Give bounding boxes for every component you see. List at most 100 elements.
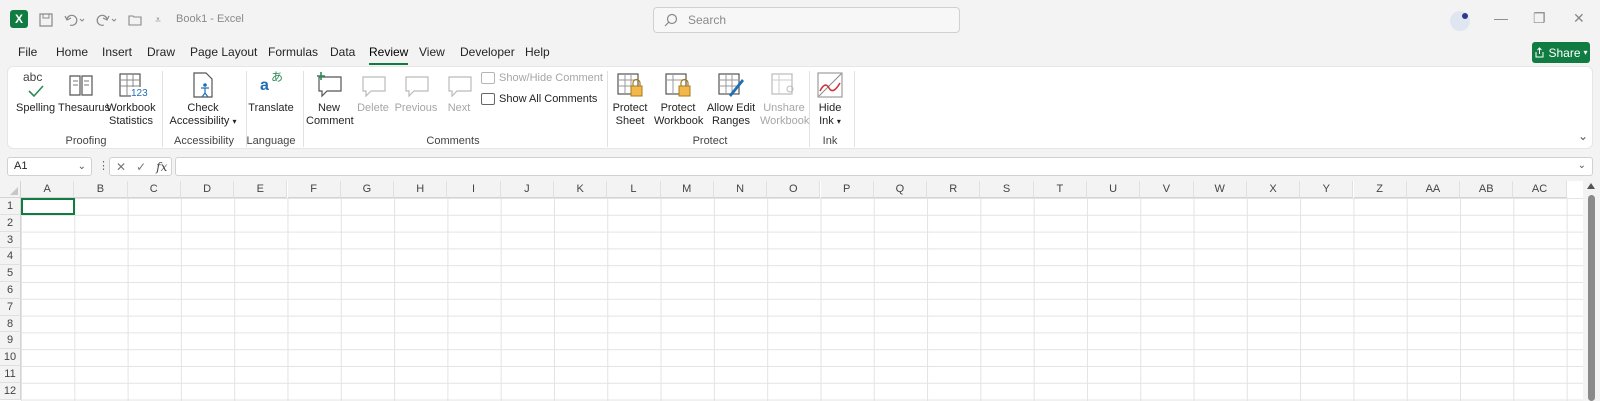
workbook-statistics-button[interactable]: 123 Workbook Statistics	[106, 71, 156, 128]
minimize-icon[interactable]: —	[1494, 10, 1508, 26]
separator	[809, 71, 810, 147]
enter-icon[interactable]: ✓	[136, 160, 146, 174]
column-header-f[interactable]: F	[287, 181, 341, 198]
tab-data[interactable]: Data	[330, 45, 355, 59]
show-all-comments-button[interactable]: Show All Comments	[481, 93, 597, 105]
tab-developer[interactable]: Developer	[460, 45, 515, 59]
row-header-6[interactable]: 6	[0, 282, 21, 299]
next-comment-button[interactable]: Next	[442, 71, 476, 115]
column-header-o[interactable]: O	[767, 181, 821, 198]
column-header-h[interactable]: H	[394, 181, 448, 198]
expand-formula-bar-icon[interactable]: ⌄	[1578, 160, 1586, 171]
scrollbar-thumb[interactable]	[1588, 195, 1595, 401]
column-header-g[interactable]: G	[340, 181, 395, 198]
cell-area[interactable]	[21, 198, 1583, 401]
tab-help[interactable]: Help	[525, 45, 550, 59]
column-header-z[interactable]: Z	[1353, 181, 1407, 198]
row-header-1[interactable]: 1	[0, 198, 21, 215]
column-header-v[interactable]: V	[1140, 181, 1194, 198]
tab-review[interactable]: Review	[369, 45, 409, 65]
restore-icon[interactable]: ❐	[1533, 10, 1546, 27]
column-header-ac[interactable]: AC	[1513, 181, 1567, 198]
formula-input[interactable]: ⌄	[175, 157, 1593, 176]
tab-file[interactable]: File	[18, 45, 37, 59]
group-label-language: Language	[246, 135, 296, 147]
tab-formulas[interactable]: Formulas	[268, 45, 318, 59]
vertical-scrollbar[interactable]	[1583, 181, 1600, 401]
workbook-statistics-icon: 123	[117, 71, 148, 100]
protect-sheet-button[interactable]: Protect Sheet	[610, 71, 650, 128]
column-header-n[interactable]: N	[713, 181, 768, 198]
column-header-ab[interactable]: AB	[1460, 181, 1514, 198]
separator	[303, 71, 304, 147]
column-header-m[interactable]: M	[660, 181, 714, 198]
unshare-workbook-button[interactable]: Unshare Workbook	[760, 71, 809, 128]
row-header-7[interactable]: 7	[0, 298, 21, 316]
close-icon[interactable]: ✕	[1573, 10, 1585, 27]
tab-home[interactable]: Home	[56, 45, 88, 59]
column-header-s[interactable]: S	[980, 181, 1034, 198]
column-header-i[interactable]: I	[447, 181, 501, 198]
row-header-8[interactable]: 8	[0, 315, 21, 333]
row-header-5[interactable]: 5	[0, 265, 21, 282]
check-accessibility-button[interactable]: Check Accessibility ▾	[168, 71, 238, 128]
collapse-ribbon-icon[interactable]: ⌄	[1578, 129, 1588, 143]
column-header-t[interactable]: T	[1033, 181, 1087, 198]
share-button[interactable]: Share ▾	[1532, 42, 1590, 63]
show-hide-comment-button[interactable]: Show/Hide Comment	[481, 72, 603, 84]
column-header-l[interactable]: L	[607, 181, 661, 198]
row-header-11[interactable]: 11	[0, 366, 21, 383]
scroll-up-icon[interactable]	[1587, 183, 1595, 189]
new-comment-button[interactable]: New Comment	[306, 71, 354, 128]
row-header-2[interactable]: 2	[0, 214, 21, 232]
column-header-p[interactable]: P	[820, 181, 874, 198]
column-header-a[interactable]: A	[21, 181, 75, 198]
select-all-button[interactable]	[0, 181, 21, 198]
spelling-button[interactable]: abc Spelling	[16, 71, 55, 115]
redo-icon[interactable]	[94, 10, 120, 30]
column-header-b[interactable]: B	[74, 181, 128, 198]
undo-icon[interactable]	[62, 10, 88, 30]
protect-workbook-button[interactable]: Protect Workbook	[654, 71, 703, 128]
column-header-j[interactable]: J	[500, 181, 554, 198]
tab-draw[interactable]: Draw	[147, 45, 175, 59]
tab-view[interactable]: View	[419, 45, 445, 59]
tab-insert[interactable]: Insert	[102, 45, 132, 59]
comment-icon	[481, 72, 495, 84]
tab-page-layout[interactable]: Page Layout	[190, 45, 257, 59]
hide-ink-button[interactable]: Hide Ink ▾	[813, 71, 847, 128]
search-box[interactable]: Search	[653, 7, 960, 33]
thesaurus-button[interactable]: Thesaurus	[58, 71, 110, 115]
column-header-y[interactable]: Y	[1300, 181, 1354, 198]
customize-toolbar-icon[interactable]: ⩡	[152, 10, 164, 30]
allow-edit-ranges-button[interactable]: Allow Edit Ranges	[706, 71, 756, 128]
active-cell[interactable]	[21, 198, 75, 215]
group-label-accessibility: Accessibility	[174, 135, 234, 147]
row-header-10[interactable]: 10	[0, 349, 21, 366]
column-header-d[interactable]: D	[180, 181, 235, 198]
more-options-icon[interactable]: ⋮	[98, 159, 109, 172]
name-box[interactable]: A1 ⌄	[7, 157, 92, 176]
row-header-9[interactable]: 9	[0, 332, 21, 350]
column-header-w[interactable]: W	[1193, 181, 1247, 198]
delete-comment-button[interactable]: Delete	[356, 71, 390, 115]
row-header-12[interactable]: 12	[0, 382, 21, 400]
column-header-e[interactable]: E	[234, 181, 288, 198]
column-header-r[interactable]: R	[927, 181, 981, 198]
folder-icon[interactable]	[127, 10, 143, 30]
row-header-4[interactable]: 4	[0, 248, 21, 266]
column-header-x[interactable]: X	[1246, 181, 1301, 198]
column-header-c[interactable]: C	[127, 181, 181, 198]
translate-button[interactable]: a あ Translate	[248, 71, 294, 115]
column-header-aa[interactable]: AA	[1406, 181, 1461, 198]
account-avatar[interactable]	[1450, 11, 1470, 31]
cancel-icon[interactable]: ✕	[116, 160, 126, 174]
separator	[854, 71, 855, 147]
save-icon[interactable]	[38, 10, 54, 30]
column-header-u[interactable]: U	[1087, 181, 1141, 198]
column-header-q[interactable]: Q	[873, 181, 928, 198]
previous-comment-button[interactable]: Previous	[394, 71, 438, 115]
row-header-3[interactable]: 3	[0, 231, 21, 249]
insert-function-icon[interactable]: fx	[156, 160, 167, 174]
column-header-k[interactable]: K	[554, 181, 608, 198]
